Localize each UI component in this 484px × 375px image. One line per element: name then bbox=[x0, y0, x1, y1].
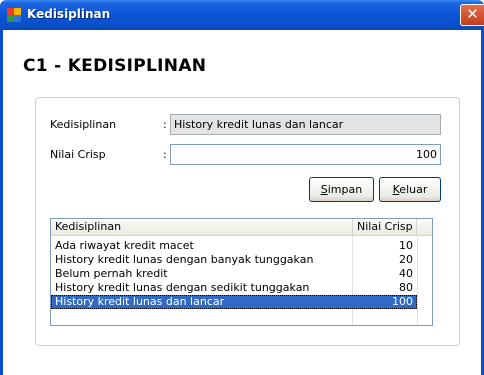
app-window-icon bbox=[7, 8, 21, 22]
keluar-label: eluar bbox=[399, 183, 428, 196]
row-nilai-crisp: 80 bbox=[399, 281, 413, 294]
nilai-crisp-label: Nilai Crisp bbox=[50, 148, 106, 161]
table-row[interactable]: History kredit lunas dengan banyak tungg… bbox=[51, 253, 417, 267]
table-header: Kedisiplinan Nilai Crisp bbox=[51, 219, 432, 236]
kedisiplinan-label: Kedisiplinan bbox=[50, 118, 117, 131]
nilai-crisp-colon: : bbox=[163, 148, 167, 161]
row-kedisiplinan: History kredit lunas dan lancar bbox=[55, 295, 225, 308]
nilai-crisp-field[interactable]: 100 bbox=[170, 144, 441, 165]
simpan-label: impan bbox=[327, 183, 363, 196]
row-nilai-crisp: 40 bbox=[399, 267, 413, 280]
column-divider bbox=[417, 236, 418, 325]
simpan-mnemonic: S bbox=[320, 183, 328, 196]
kedisiplinan-field[interactable]: History kredit lunas dan lancar bbox=[170, 114, 441, 135]
table-row-selected[interactable]: History kredit lunas dan lancar 100 bbox=[51, 295, 417, 309]
window-frame-left bbox=[0, 30, 3, 375]
row-nilai-crisp: 100 bbox=[392, 295, 413, 308]
close-icon[interactable]: ✕ bbox=[460, 4, 484, 26]
table-row[interactable]: Ada riwayat kredit macet 10 bbox=[51, 239, 417, 253]
title-bar[interactable]: Kedisiplinan ✕ bbox=[0, 0, 484, 30]
table-row[interactable]: History kredit lunas dengan sedikit tung… bbox=[51, 281, 417, 295]
row-kedisiplinan: Belum pernah kredit bbox=[55, 267, 168, 280]
kedisiplinan-table[interactable]: Kedisiplinan Nilai Crisp Ada riwayat kre… bbox=[50, 218, 433, 326]
window-title: Kedisiplinan bbox=[27, 7, 111, 21]
column-header-nilai-crisp[interactable]: Nilai Crisp bbox=[353, 219, 417, 236]
simpan-button[interactable]: Simpan bbox=[309, 177, 374, 202]
column-header-kedisiplinan[interactable]: Kedisiplinan bbox=[51, 219, 353, 236]
row-nilai-crisp: 20 bbox=[399, 253, 413, 266]
row-nilai-crisp: 10 bbox=[399, 239, 413, 252]
kedisiplinan-colon: : bbox=[163, 118, 167, 131]
row-kedisiplinan: History kredit lunas dengan sedikit tung… bbox=[55, 281, 310, 294]
row-kedisiplinan: History kredit lunas dengan banyak tungg… bbox=[55, 253, 314, 266]
page-title: C1 - KEDISIPLINAN bbox=[23, 56, 207, 76]
table-row[interactable]: Belum pernah kredit 40 bbox=[51, 267, 417, 281]
row-kedisiplinan: Ada riwayat kredit macet bbox=[55, 239, 194, 252]
keluar-button[interactable]: Keluar bbox=[379, 177, 441, 202]
